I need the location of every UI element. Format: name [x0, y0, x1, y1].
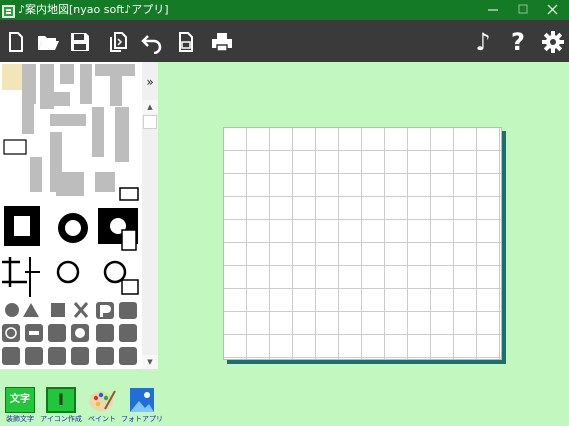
icon-maker-icon: I	[46, 387, 76, 413]
maximize-button[interactable]	[508, 0, 538, 20]
paint-label: ペイント	[88, 415, 116, 423]
decorative-text-button[interactable]: 文字 装飾文字	[2, 387, 38, 425]
music-icon: ♪	[475, 28, 491, 56]
photo-icon	[127, 387, 157, 413]
open-button[interactable]	[36, 30, 60, 54]
print-button[interactable]	[210, 30, 234, 54]
app-icon	[2, 3, 15, 18]
toolbar: ♪ ?	[0, 20, 569, 62]
scroll-up-icon: ▲	[147, 103, 153, 111]
expand-icon: »	[146, 75, 154, 89]
open-folder-icon	[38, 36, 59, 50]
window-title: ♪案内地図[nyao soft♪アプリ]	[18, 3, 169, 16]
save-icon	[71, 33, 89, 51]
palette-scrollbar[interactable]: ▲ ▼	[142, 62, 158, 369]
minimize-button[interactable]	[478, 0, 508, 20]
print-icon	[212, 33, 232, 52]
settings-button[interactable]	[541, 30, 565, 54]
title-bar: ♪案内地図[nyao soft♪アプリ]	[0, 0, 569, 20]
undo-icon	[141, 35, 162, 54]
photo-app-label: フォトアプリ	[121, 415, 163, 423]
map-canvas[interactable]	[223, 127, 502, 360]
copy-button[interactable]	[106, 30, 130, 54]
scroll-thumb[interactable]	[143, 115, 157, 129]
paint-button[interactable]: ペイント	[84, 387, 120, 425]
undo-button[interactable]	[140, 30, 164, 54]
close-button[interactable]	[538, 0, 568, 20]
scroll-down-icon: ▼	[147, 358, 153, 366]
export-icon	[179, 32, 193, 52]
expand-palette-button[interactable]: »	[142, 74, 158, 90]
music-button[interactable]: ♪	[471, 30, 495, 54]
palette-parts	[2, 64, 139, 365]
export-button[interactable]	[174, 30, 198, 54]
help-icon: ?	[511, 28, 525, 56]
scroll-up-button[interactable]: ▲	[142, 100, 158, 114]
save-button[interactable]	[68, 30, 92, 54]
decorative-text-icon: 文字	[5, 387, 35, 413]
icon-maker-label: アイコン作成	[40, 415, 82, 423]
paint-palette-icon	[87, 387, 117, 413]
scroll-down-button[interactable]: ▼	[142, 355, 158, 369]
new-file-icon	[9, 32, 23, 52]
photo-app-button[interactable]: フォトアプリ	[121, 387, 163, 425]
bottom-tools: 文字 装飾文字 I アイコン作成 ペイント フォトアプリ	[0, 385, 569, 426]
gear-icon	[542, 31, 564, 53]
new-file-button[interactable]	[4, 30, 28, 54]
decorative-text-label: 装飾文字	[6, 415, 34, 423]
copy-icon	[110, 32, 127, 52]
map-parts-palette[interactable]	[0, 62, 142, 369]
help-button[interactable]: ?	[506, 30, 530, 54]
palette-part-capsule	[3, 139, 27, 155]
icon-maker-button[interactable]: I アイコン作成	[40, 387, 82, 425]
